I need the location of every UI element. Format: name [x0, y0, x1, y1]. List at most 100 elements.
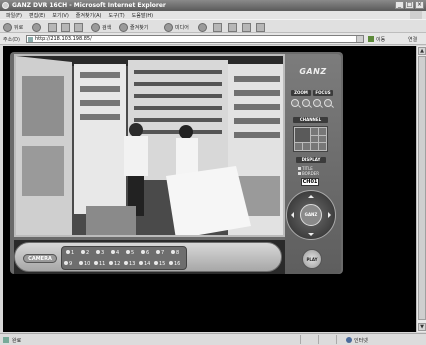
history-button[interactable]: [198, 22, 207, 32]
media-button[interactable]: 미디어: [164, 22, 189, 32]
focus-label: FOCUS: [313, 90, 333, 96]
menu-favorites[interactable]: 즐겨찾기(A): [76, 12, 102, 19]
toolbar: 뒤로 검색 즐겨찾기 미디어: [0, 19, 426, 33]
channel-4-button[interactable]: 4: [111, 249, 123, 258]
menu-view[interactable]: 보기(V): [52, 12, 69, 19]
channel-14-label: 14: [144, 261, 151, 267]
home-button[interactable]: [74, 22, 83, 32]
channel-15-button[interactable]: 15: [154, 260, 166, 269]
channel-2-button[interactable]: 2: [81, 249, 93, 258]
channel-1-button[interactable]: 1: [66, 249, 78, 258]
channel-10-label: 10: [84, 261, 91, 267]
address-label: 주소(D): [3, 37, 20, 43]
channel-10-button[interactable]: 10: [79, 260, 91, 269]
menu-edit[interactable]: 편집(E): [29, 12, 45, 19]
window-title: GANZ DVR 16CH - Microsoft Internet Explo…: [12, 2, 166, 9]
channel-11-button[interactable]: 11: [94, 260, 106, 269]
camera-button[interactable]: CAMERA: [23, 254, 57, 263]
channel-11-label: 11: [99, 261, 106, 267]
channel-9-button[interactable]: 9: [64, 260, 76, 269]
print-button[interactable]: [228, 22, 237, 32]
border-option-label: BORDER: [302, 171, 319, 176]
minimize-button[interactable]: _: [395, 1, 404, 9]
zoom-in-icon[interactable]: [291, 99, 299, 107]
mail-button[interactable]: [213, 22, 222, 32]
channel-3-button[interactable]: 3: [96, 249, 108, 258]
history-icon: [198, 22, 207, 32]
ganz-logo: GANZ: [299, 67, 327, 76]
channel-pill: CAMERA 1 2 3 4 5 6 7 8 9 10 11 12 13 14 …: [14, 242, 282, 272]
scroll-up-icon[interactable]: ▲: [418, 47, 426, 55]
channel-2-label: 2: [86, 250, 90, 256]
channel-1-label: 1: [71, 250, 75, 256]
refresh-button[interactable]: [61, 22, 70, 32]
camera-video-feed[interactable]: [14, 54, 285, 237]
address-input[interactable]: http://218.103.198.85/: [26, 35, 364, 43]
channel-14-button[interactable]: 14: [139, 260, 151, 269]
channel-13-label: 13: [129, 261, 136, 267]
address-url: http://218.103.198.85/: [35, 36, 92, 42]
pan-up-icon[interactable]: [308, 192, 314, 198]
go-button[interactable]: 이동: [368, 36, 385, 43]
edit-icon: [242, 22, 251, 32]
zoom-out-icon[interactable]: [302, 99, 310, 107]
status-bar: 완료 인터넷: [0, 333, 426, 345]
zoom-label: ZOOM: [291, 90, 311, 96]
pan-down-icon[interactable]: [308, 233, 314, 239]
play-button[interactable]: PLAY: [302, 249, 322, 269]
channel-12-label: 12: [114, 261, 121, 267]
channel-8-button[interactable]: 8: [171, 249, 183, 258]
pan-left-icon[interactable]: [288, 212, 294, 218]
menu-bar: 파일(F) 편집(E) 보기(V) 즐겨찾기(A) 도구(T) 도움말(H): [0, 11, 426, 19]
border-option[interactable]: BORDER: [298, 171, 319, 176]
go-label: 이동: [376, 37, 386, 43]
maximize-button[interactable]: □: [405, 1, 414, 9]
menu-tools[interactable]: 도구(T): [109, 12, 125, 19]
address-dropdown-icon[interactable]: [356, 36, 363, 42]
ptz-control-panel: [285, 54, 341, 274]
vertical-scrollbar[interactable]: ▲ ▼: [416, 46, 426, 332]
focus-near-icon[interactable]: [313, 99, 321, 107]
channel-12-button[interactable]: 12: [109, 260, 121, 269]
forward-arrow-icon: [32, 22, 41, 32]
scroll-thumb[interactable]: [418, 56, 426, 320]
go-arrow-icon: [368, 36, 374, 42]
status-text: 완료: [12, 338, 22, 344]
edit-button[interactable]: [242, 22, 251, 32]
channel-6-label: 6: [146, 250, 150, 256]
favorites-button[interactable]: 즐겨찾기: [119, 22, 148, 32]
channel-15-label: 15: [159, 261, 166, 267]
channel-16-label: 16: [174, 261, 181, 267]
forward-button[interactable]: [32, 22, 41, 32]
channel-6-button[interactable]: 6: [141, 249, 153, 258]
channel-5-button[interactable]: 5: [126, 249, 138, 258]
channel-13-button[interactable]: 13: [124, 260, 136, 269]
channel-layout-grid[interactable]: [293, 126, 328, 152]
focus-far-icon[interactable]: [324, 99, 332, 107]
channel-4-label: 4: [116, 250, 120, 256]
stop-icon: [48, 22, 57, 32]
links-button[interactable]: 연결: [408, 36, 417, 43]
scroll-down-icon[interactable]: ▼: [418, 323, 426, 331]
channel-16-button[interactable]: 16: [169, 260, 181, 269]
ptz-center-button[interactable]: GANZ: [300, 204, 322, 226]
browser-window: GANZ DVR 16CH - Microsoft Internet Explo…: [0, 0, 426, 345]
menu-file[interactable]: 파일(F): [6, 12, 22, 19]
stop-button[interactable]: [48, 22, 57, 32]
mail-icon: [213, 22, 222, 32]
refresh-icon: [61, 22, 70, 32]
search-button[interactable]: 검색: [91, 22, 111, 32]
pan-right-icon[interactable]: [328, 212, 334, 218]
page-done-icon: [3, 337, 9, 343]
page-icon: [28, 37, 33, 42]
menu-help[interactable]: 도움말(H): [132, 12, 153, 19]
messenger-button[interactable]: [256, 22, 265, 32]
internet-explorer-icon: [2, 2, 9, 9]
zone-label: 인터넷: [354, 338, 368, 344]
channel-7-button[interactable]: 7: [156, 249, 168, 258]
media-label: 미디어: [175, 24, 189, 31]
back-arrow-icon: [3, 22, 12, 32]
channel-label: CHANNEL: [293, 117, 328, 123]
close-button[interactable]: ×: [415, 1, 424, 9]
back-button[interactable]: 뒤로: [3, 22, 23, 32]
